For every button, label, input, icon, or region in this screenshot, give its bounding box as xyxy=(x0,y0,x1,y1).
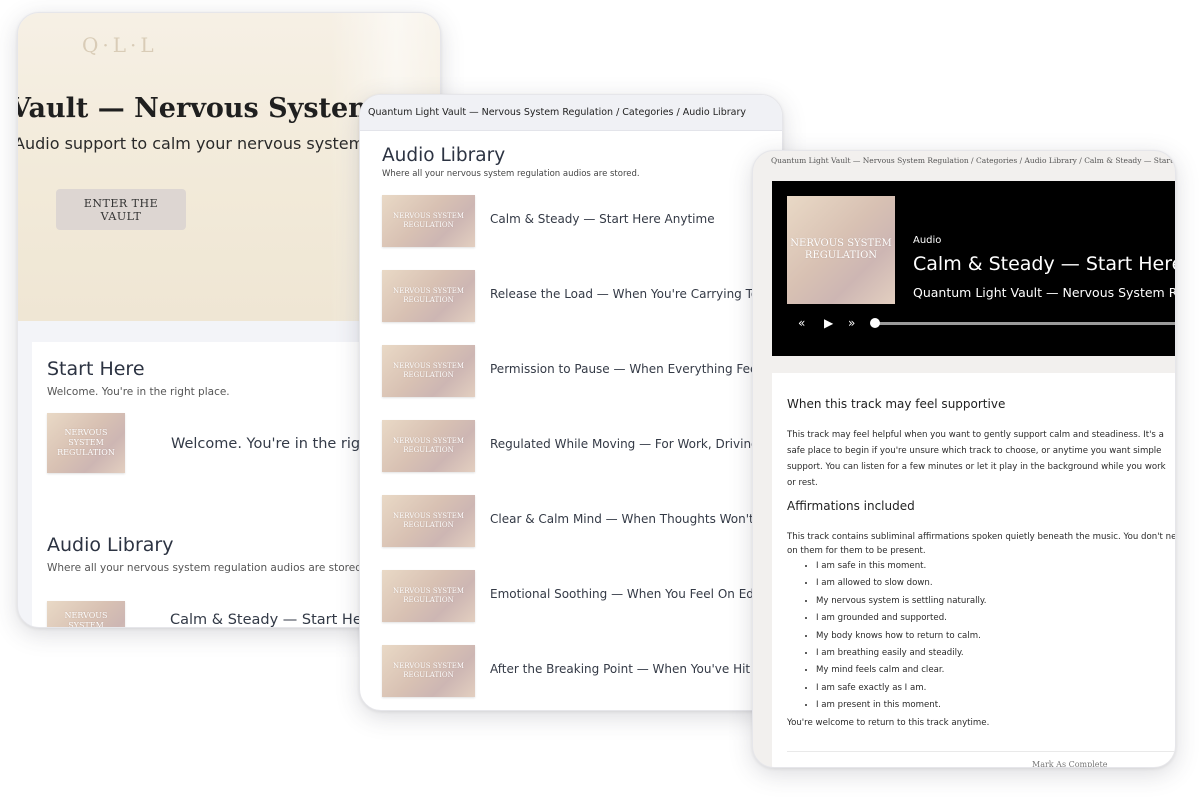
progress-bar[interactable] xyxy=(875,322,1175,325)
affirmations-intro-line: on them for them to be present. xyxy=(787,546,926,556)
affirmation-item: My body knows how to return to calm. xyxy=(816,628,987,645)
brand-logo: Q·L·L xyxy=(82,33,158,57)
thumbnail-line: REGULATION xyxy=(403,371,454,379)
mark-complete-button[interactable]: Mark As Complete xyxy=(1032,760,1108,767)
audio-list-item[interactable]: NERVOUS SYSTEM REGULATION Permission to … xyxy=(382,345,782,397)
audio-title: After the Breaking Point — When You've H… xyxy=(490,662,783,676)
track-description: When this track may feel supportive This… xyxy=(772,373,1175,767)
audio-title: Clear & Calm Mind — When Thoughts Won't … xyxy=(490,512,782,526)
supportive-text-line: or rest. xyxy=(787,478,818,488)
start-here-title: Start Here xyxy=(47,358,145,380)
affirmation-item: I am allowed to slow down. xyxy=(816,575,987,592)
audio-title: Permission to Pause — When Everything Fe… xyxy=(490,362,783,376)
thumbnail-line: REGULATION xyxy=(403,221,454,229)
affirmations-heading: Affirmations included xyxy=(787,499,915,513)
supportive-text-line: support. You can listen for a few minute… xyxy=(787,462,1166,472)
audio-thumbnail: NERVOUS SYSTEM REGULATION xyxy=(382,345,475,397)
audio-library-subtitle: Where all your nervous system regulation… xyxy=(47,562,366,574)
progress-handle[interactable] xyxy=(870,318,880,328)
thumbnail-line: NERVOUS SYSTEM xyxy=(392,662,464,671)
audio-thumbnail: NERVOUS SYSTEM REGULATION xyxy=(382,495,475,547)
audio-list-item[interactable]: NERVOUS SYSTEM REGULATION Release the Lo… xyxy=(382,270,782,322)
audio-thumbnail: NERVOUS SYSTEM REGULATION xyxy=(382,195,475,247)
thumbnail-line: NERVOUS SYSTEM xyxy=(392,587,464,596)
audio-thumbnail: NERVOUS SYSTEM REGULATION xyxy=(382,645,475,697)
closing-text: You're welcome to return to this track a… xyxy=(787,718,990,728)
affirmation-item: I am grounded and supported. xyxy=(816,610,987,627)
supportive-text-line: safe place to begin if you're unsure whi… xyxy=(787,446,1162,456)
thumbnail-line: NERVOUS SYSTEM xyxy=(392,437,464,446)
page-title: Audio Library xyxy=(382,145,506,166)
thumbnail-line: REGULATION xyxy=(403,521,454,529)
affirmation-item: I am safe in this moment. xyxy=(816,558,987,575)
track-detail-card: Quantum Light Vault — Nervous System Reg… xyxy=(752,150,1176,768)
affirmations-list: I am safe in this moment. I am allowed t… xyxy=(787,558,987,715)
divider xyxy=(787,751,1175,752)
audio-title: Release the Load — When You're Carrying … xyxy=(490,287,783,301)
track-title: Calm & Steady — Start Here Anytime xyxy=(913,253,1175,275)
track-artist: Quantum Light Vault — Nervous System Reg… xyxy=(913,285,1176,300)
thumbnail-line: NERVOUS SYSTEM xyxy=(392,287,464,296)
breadcrumb[interactable]: Quantum Light Vault — Nervous System Reg… xyxy=(360,95,782,131)
start-here-subtitle: Welcome. You're in the right place. xyxy=(47,386,230,398)
audio-list-item[interactable]: NERVOUS SYSTEM REGULATION After the Brea… xyxy=(382,645,782,697)
start-here-thumbnail: NERVOUS SYSTEM REGULATION xyxy=(47,413,125,473)
thumbnail-line: REGULATION xyxy=(57,448,115,457)
affirmation-item: I am breathing easily and steadily. xyxy=(816,645,987,662)
affirmation-item: My mind feels calm and clear. xyxy=(816,662,987,679)
library-item-thumbnail: NERVOUS SYSTEM xyxy=(47,601,125,628)
audio-thumbnail: NERVOUS SYSTEM REGULATION xyxy=(382,420,475,472)
thumbnail-line: NERVOUS SYSTEM xyxy=(64,611,108,628)
audio-library-card: Quantum Light Vault — Nervous System Reg… xyxy=(359,94,783,711)
audio-title: Regulated While Moving — For Work, Drivi… xyxy=(490,437,782,451)
breadcrumb[interactable]: Quantum Light Vault — Nervous System Reg… xyxy=(771,156,1175,165)
fast-forward-icon[interactable]: » xyxy=(848,316,855,330)
thumbnail-line: REGULATION xyxy=(403,446,454,454)
thumbnail-line: NERVOUS SYSTEM xyxy=(392,212,464,221)
affirmation-item: I am present in this moment. xyxy=(816,697,987,714)
affirmation-item: My nervous system is settling naturally. xyxy=(816,593,987,610)
supportive-heading: When this track may feel supportive xyxy=(787,397,1006,411)
thumbnail-line: NERVOUS SYSTEM xyxy=(790,237,892,249)
track-cover: NERVOUS SYSTEM REGULATION xyxy=(787,196,895,304)
audio-library-title: Audio Library xyxy=(47,534,174,556)
thumbnail-line: NERVOUS SYSTEM xyxy=(392,512,464,521)
audio-title: Emotional Soothing — When You Feel On Ed… xyxy=(490,587,769,601)
media-kind: Audio xyxy=(913,235,942,246)
audio-list-item[interactable]: NERVOUS SYSTEM REGULATION Emotional Soot… xyxy=(382,570,782,622)
hero-subtitle: Audio support to calm your nervous syste… xyxy=(17,134,370,153)
play-icon[interactable]: ▶ xyxy=(824,316,833,330)
thumbnail-line: REGULATION xyxy=(403,671,454,679)
thumbnail-line: REGULATION xyxy=(804,250,878,261)
affirmation-item: I am safe exactly as I am. xyxy=(816,680,987,697)
audio-player: NERVOUS SYSTEM REGULATION Audio Calm & S… xyxy=(772,181,1175,356)
audio-list-item[interactable]: NERVOUS SYSTEM REGULATION Calm & Steady … xyxy=(382,195,782,247)
audio-list-item[interactable]: NERVOUS SYSTEM REGULATION Clear & Calm M… xyxy=(382,495,782,547)
page-subtitle: Where all your nervous system regulation… xyxy=(382,169,640,179)
audio-title: Calm & Steady — Start Here Anytime xyxy=(490,212,715,226)
thumbnail-line: REGULATION xyxy=(403,596,454,604)
supportive-text-line: This track may feel helpful when you wan… xyxy=(787,430,1164,440)
thumbnail-line: NERVOUS SYSTEM xyxy=(392,362,464,371)
enter-vault-button[interactable]: ENTER THE VAULT xyxy=(56,189,186,230)
audio-thumbnail: NERVOUS SYSTEM REGULATION xyxy=(382,270,475,322)
thumbnail-line: REGULATION xyxy=(403,296,454,304)
audio-thumbnail: NERVOUS SYSTEM REGULATION xyxy=(382,570,475,622)
audio-list-item[interactable]: NERVOUS SYSTEM REGULATION Regulated Whil… xyxy=(382,420,782,472)
rewind-icon[interactable]: « xyxy=(798,316,805,330)
thumbnail-line: NERVOUS SYSTEM xyxy=(64,428,108,447)
